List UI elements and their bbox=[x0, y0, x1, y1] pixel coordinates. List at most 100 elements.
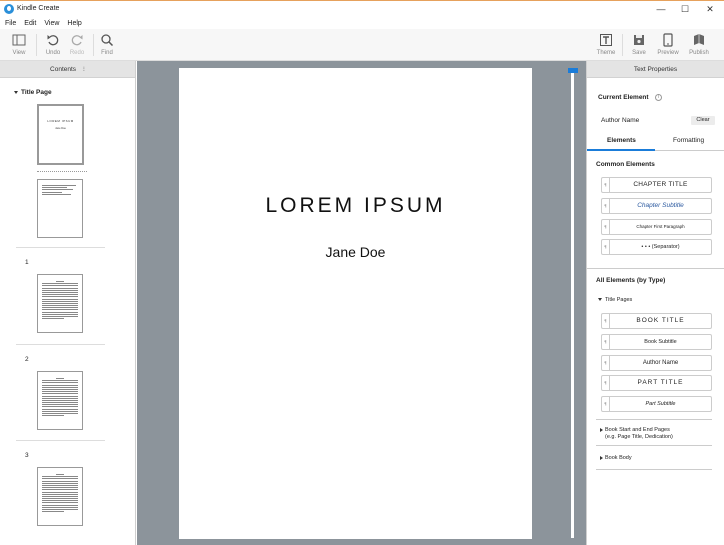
scrollbar-thumb[interactable] bbox=[568, 68, 578, 73]
paragraph-icon: ¶ bbox=[602, 376, 610, 390]
divider bbox=[16, 247, 105, 248]
book-title-text[interactable]: LOREM IPSUM bbox=[179, 194, 532, 218]
thumb-text-lines bbox=[42, 281, 78, 320]
page-number: 1 bbox=[25, 259, 29, 266]
element-label: Part Subtitle bbox=[645, 401, 676, 407]
contents-title: Contents bbox=[50, 66, 77, 73]
group-label: Book Body bbox=[605, 455, 632, 461]
redo-label: Redo bbox=[69, 50, 85, 56]
thumb-author-text: Jane Doe bbox=[55, 127, 66, 130]
collapse-icon bbox=[14, 90, 18, 94]
paragraph-icon: ¶ bbox=[602, 199, 610, 213]
group-title-pages[interactable]: Title Pages bbox=[598, 297, 632, 303]
divider bbox=[16, 344, 105, 345]
redo-button[interactable]: Redo bbox=[65, 31, 89, 59]
contents-menu-icon[interactable]: ⁝ bbox=[83, 66, 85, 73]
text-properties-header: Text Properties bbox=[587, 61, 724, 78]
scrollbar-track[interactable] bbox=[571, 68, 574, 538]
current-element-value: Author Name bbox=[601, 117, 640, 124]
thumb-text-lines bbox=[42, 185, 78, 196]
paragraph-icon: ¶ bbox=[602, 335, 610, 349]
undo-icon bbox=[47, 35, 59, 46]
paragraph-icon: ¶ bbox=[602, 314, 610, 328]
page-thumbnail-copyright[interactable] bbox=[37, 179, 83, 238]
element-label: PART TITLE bbox=[637, 379, 684, 386]
paragraph-icon: ¶ bbox=[602, 356, 610, 370]
divider bbox=[596, 445, 712, 446]
element-book-title[interactable]: ¶ BOOK TITLE bbox=[601, 313, 712, 329]
save-button[interactable]: Save bbox=[627, 31, 651, 59]
publish-icon bbox=[694, 34, 704, 45]
redo-icon bbox=[71, 35, 83, 46]
expand-icon bbox=[600, 427, 603, 432]
page-thumbnail-1[interactable] bbox=[37, 274, 83, 333]
undo-label: Undo bbox=[45, 50, 61, 56]
find-label: Find bbox=[101, 50, 113, 56]
preview-label: Preview bbox=[657, 50, 679, 56]
divider bbox=[596, 469, 712, 470]
divider bbox=[16, 440, 105, 441]
menu-file[interactable]: File bbox=[5, 20, 16, 27]
toolbar: View Undo Redo Find Theme Save Preview P… bbox=[0, 29, 724, 61]
page-number: 3 bbox=[25, 452, 29, 459]
element-chapter-subtitle[interactable]: ¶ Chapter Subtitle bbox=[601, 198, 712, 214]
active-tab-indicator bbox=[587, 149, 655, 151]
element-separator[interactable]: ¶ • • • (Separator) bbox=[601, 239, 712, 255]
contents-header: Contents ⁝ bbox=[0, 61, 135, 78]
element-chapter-title[interactable]: ¶ CHAPTER TITLE bbox=[601, 177, 712, 193]
group-label: Title Pages bbox=[605, 297, 633, 303]
thumb-title-text: LOREM IPSUM bbox=[47, 119, 74, 123]
element-author-name[interactable]: ¶ Author Name bbox=[601, 355, 712, 371]
group-label: Book Start and End Pages bbox=[605, 427, 670, 433]
section-title-page[interactable]: Title Page bbox=[14, 89, 52, 96]
tab-elements[interactable]: Elements bbox=[607, 137, 636, 144]
preview-button[interactable]: Preview bbox=[656, 31, 680, 59]
paragraph-icon: ¶ bbox=[602, 178, 610, 192]
menu-view[interactable]: View bbox=[44, 20, 59, 27]
element-label: • • • (Separator) bbox=[641, 244, 680, 250]
author-name-text[interactable]: Jane Doe bbox=[179, 244, 532, 260]
maximize-button[interactable]: ☐ bbox=[671, 2, 699, 16]
element-label: Author Name bbox=[642, 360, 679, 366]
element-label: Book Subtitle bbox=[644, 339, 677, 345]
element-label: Chapter Subtitle bbox=[637, 202, 684, 209]
tablet-icon bbox=[663, 33, 673, 47]
text-properties-panel: Text Properties Current Element i Author… bbox=[586, 61, 724, 545]
thumbnail-divider bbox=[37, 171, 87, 172]
publish-button[interactable]: Publish bbox=[687, 31, 711, 59]
clear-button[interactable]: Clear bbox=[691, 116, 715, 125]
window-title: Kindle Create bbox=[17, 5, 60, 12]
view-label: View bbox=[12, 50, 26, 56]
close-button[interactable]: ✕ bbox=[696, 2, 724, 16]
info-icon[interactable]: i bbox=[655, 94, 662, 101]
search-icon bbox=[101, 34, 114, 47]
group-sublabel: (e.g. Page Title, Dedication) bbox=[605, 434, 673, 440]
page-thumbnail-3[interactable] bbox=[37, 467, 83, 526]
paragraph-icon: ¶ bbox=[602, 397, 610, 411]
thumb-text-lines bbox=[42, 378, 78, 417]
toolbar-divider bbox=[622, 34, 623, 56]
contents-panel: Contents ⁝ Title Page LOREM IPSUM Jane D… bbox=[0, 61, 136, 545]
page-thumbnail-title[interactable]: LOREM IPSUM Jane Doe bbox=[37, 104, 84, 165]
tab-formatting[interactable]: Formatting bbox=[673, 137, 704, 144]
paragraph-icon: ¶ bbox=[602, 220, 610, 234]
group-book-body[interactable]: Book Body bbox=[600, 455, 632, 461]
theme-label: Theme bbox=[596, 50, 616, 56]
element-book-subtitle[interactable]: ¶ Book Subtitle bbox=[601, 334, 712, 350]
document-page[interactable]: LOREM IPSUM Jane Doe bbox=[179, 68, 532, 539]
properties-tabs: Elements Formatting bbox=[587, 135, 724, 151]
group-book-start-end[interactable]: Book Start and End Pages (e.g. Page Titl… bbox=[600, 427, 673, 441]
undo-button[interactable]: Undo bbox=[41, 31, 65, 59]
element-part-subtitle[interactable]: ¶ Part Subtitle bbox=[601, 396, 712, 412]
page-thumbnail-2[interactable] bbox=[37, 371, 83, 430]
theme-button[interactable]: Theme bbox=[594, 31, 618, 59]
menu-edit[interactable]: Edit bbox=[24, 20, 36, 27]
view-button[interactable]: View bbox=[7, 31, 31, 59]
element-part-title[interactable]: ¶ PART TITLE bbox=[601, 375, 712, 391]
element-chapter-first-paragraph[interactable]: ¶ Chapter First Paragraph bbox=[601, 219, 712, 235]
divider bbox=[587, 268, 724, 269]
paragraph-icon: ¶ bbox=[602, 240, 610, 254]
kindle-create-app-icon bbox=[4, 4, 14, 14]
find-button[interactable]: Find bbox=[95, 31, 119, 59]
menu-help[interactable]: Help bbox=[67, 20, 81, 27]
